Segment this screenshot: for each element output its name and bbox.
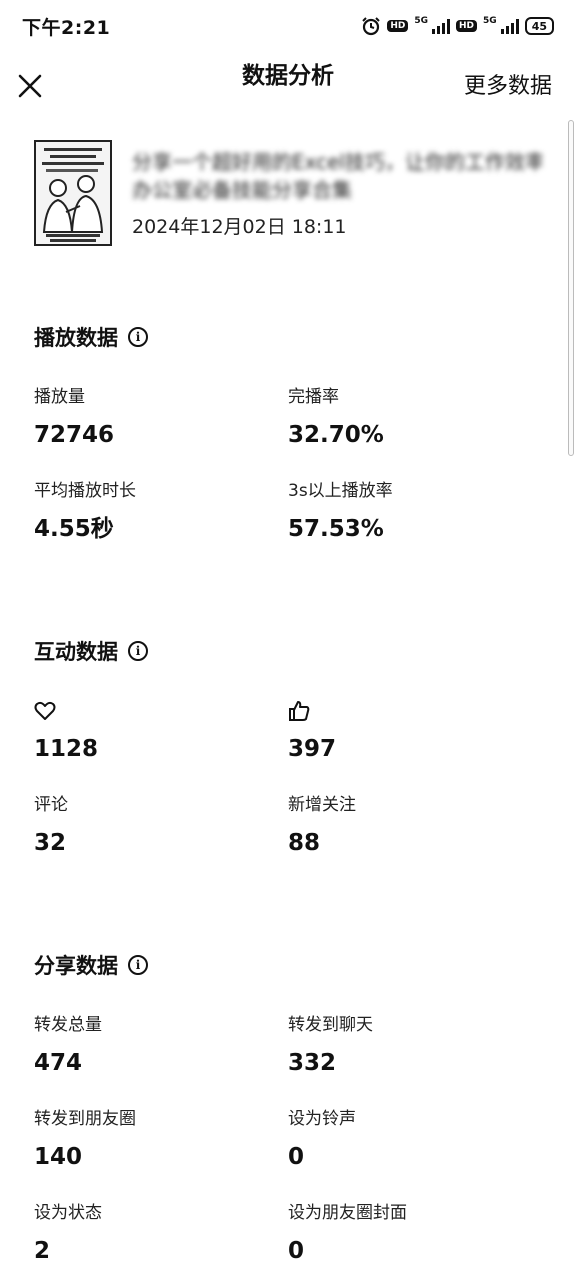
metric-label: 转发总量: [34, 1015, 102, 1035]
hd-badge-2: HD: [456, 20, 478, 32]
metric-share-moments: 转发到朋友圈 140: [34, 1108, 264, 1172]
video-thumbnail: [34, 140, 112, 246]
nav-bar: 数据分析 更多数据: [0, 52, 576, 124]
metric-value: 32.70%: [288, 422, 384, 448]
info-icon[interactable]: i: [128, 327, 148, 347]
info-icon[interactable]: i: [128, 641, 148, 661]
metric-value: 72746: [34, 422, 115, 448]
metric-share-chat: 转发到聊天 332: [288, 1014, 518, 1078]
metric-value: 0: [288, 1144, 305, 1170]
metric-status: 设为状态 2: [34, 1202, 264, 1266]
metric-share-total: 转发总量 474: [34, 1014, 264, 1078]
metric-value: 332: [288, 1050, 337, 1076]
metric-value: 140: [34, 1144, 83, 1170]
metric-moments-cover: 设为朋友圈封面 0: [288, 1202, 518, 1266]
metric-value: 1128: [34, 736, 99, 762]
metric-label: 设为状态: [34, 1203, 102, 1223]
more-data-link[interactable]: 更多数据: [464, 72, 552, 102]
metric-completion-rate: 完播率 32.70%: [288, 386, 518, 450]
interaction-title: 互动数据 i: [34, 636, 148, 666]
metric-thumbs: 397: [288, 700, 518, 764]
video-title: 分享一个超好用的Excel技巧，让你的工作效率提升翻倍哦大家快来学习手: [132, 150, 542, 174]
metric-new-follows: 新增关注 88: [288, 794, 518, 858]
metric-label: 评论: [34, 795, 68, 815]
playback-title-text: 播放数据: [34, 326, 118, 350]
playback-title: 播放数据 i: [34, 322, 148, 352]
interaction-title-text: 互动数据: [34, 640, 118, 664]
status-icons: HD 5G HD 5G 45: [361, 16, 554, 36]
hd-badge: HD: [387, 20, 409, 32]
network-type-2: 5G: [483, 16, 497, 26]
metric-value: 0: [288, 1238, 305, 1264]
metric-label: 转发到聊天: [288, 1015, 373, 1035]
thumbnail-illustration: [36, 142, 110, 244]
metric-value: 397: [288, 736, 337, 762]
signal-icon: [432, 18, 451, 34]
alarm-icon: [362, 17, 381, 36]
metric-value: 32: [34, 830, 67, 856]
status-time: 下午2:21: [22, 16, 111, 39]
metric-value: 4.55秒: [34, 516, 114, 542]
share-title: 分享数据 i: [34, 950, 148, 980]
metric-label: 3s以上播放率: [288, 481, 393, 501]
metric-label: [34, 700, 264, 722]
metric-label: 播放量: [34, 387, 85, 407]
metric-comments: 评论 32: [34, 794, 264, 858]
metric-label: 平均播放时长: [34, 481, 136, 501]
network-type: 5G: [414, 16, 429, 26]
metric-label: 完播率: [288, 387, 339, 407]
battery-level: 45: [531, 19, 547, 33]
signal-icon-2: [500, 18, 519, 34]
metric-value: 57.53%: [288, 516, 384, 542]
metric-value: 474: [34, 1050, 83, 1076]
metric-ringtone: 设为铃声 0: [288, 1108, 518, 1172]
metric-label: [288, 700, 518, 722]
metric-label: 转发到朋友圈: [34, 1109, 136, 1129]
share-section: 分享数据 i 转发总量 474 转发到聊天 332 转发到朋友圈 140 设为铃…: [0, 950, 576, 1270]
metric-play-count: 播放量 72746: [34, 386, 264, 450]
metric-label: 设为朋友圈封面: [288, 1203, 407, 1223]
info-icon[interactable]: i: [128, 955, 148, 975]
metric-label: 设为铃声: [288, 1109, 356, 1129]
heart-icon: [34, 701, 56, 720]
metric-label: 新增关注: [288, 795, 356, 815]
metric-avg-duration: 平均播放时长 4.55秒: [34, 480, 264, 544]
metric-3s-rate: 3s以上播放率 57.53%: [288, 480, 518, 544]
video-card[interactable]: 分享一个超好用的Excel技巧，让你的工作效率提升翻倍哦大家快来学习手 办公室必…: [34, 140, 544, 246]
metric-likes: 1128: [34, 700, 264, 764]
share-title-text: 分享数据: [34, 954, 118, 978]
thumbs-up-icon: [289, 701, 310, 721]
video-title-line-2: 办公室必备技能分享合集: [132, 178, 352, 202]
metric-value: 2: [34, 1238, 51, 1264]
status-bar: 下午2:21 HD 5G HD 5G 45: [0, 0, 576, 52]
battery-icon: 45: [524, 17, 554, 35]
metric-value: 88: [288, 830, 321, 856]
interaction-section: 互动数据 i 1128 397 评论 32 新增关注 88: [0, 636, 576, 866]
video-date: 2024年12月02日 18:11: [132, 216, 347, 238]
playback-section: 播放数据 i 播放量 72746 完播率 32.70% 平均播放时长 4.55秒…: [0, 322, 576, 552]
